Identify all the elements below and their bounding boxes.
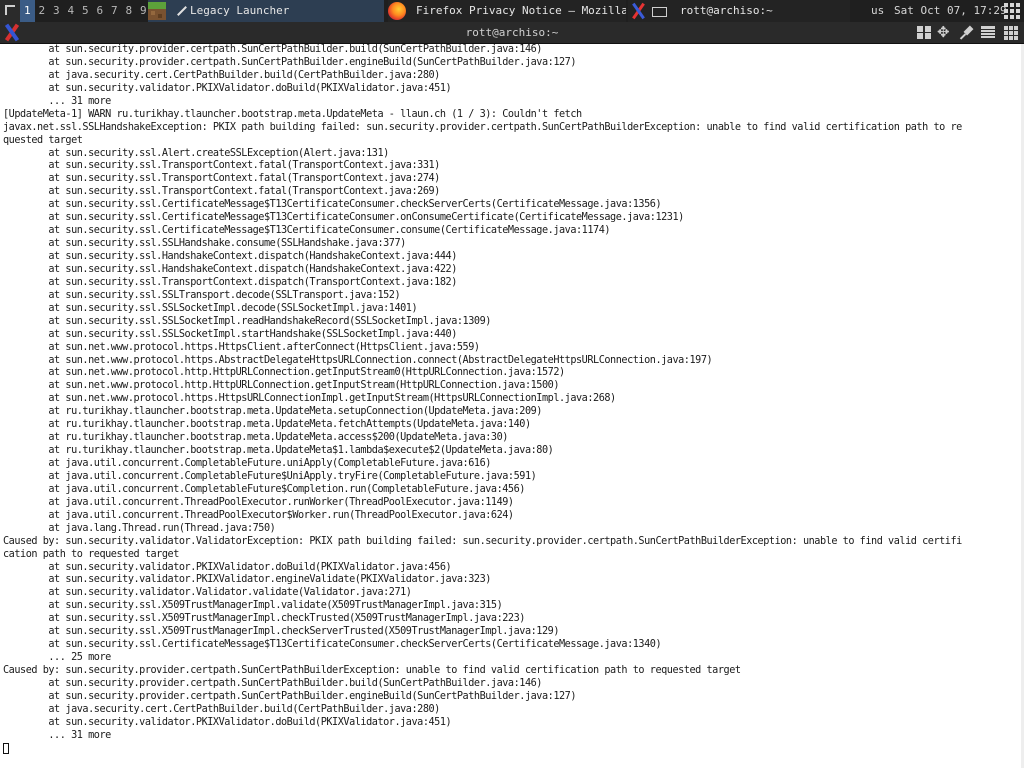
terminal-line: at sun.net.www.protocol.https.HttpsClien…: [3, 341, 480, 353]
terminal-line: at sun.security.validator.PKIXValidator.…: [3, 574, 491, 586]
pin-window-icon[interactable]: [960, 25, 976, 40]
terminal-line: at sun.security.provider.certpath.SunCer…: [3, 44, 542, 55]
workspace-5[interactable]: 5: [78, 0, 93, 22]
terminal-line: ... 25 more: [3, 652, 111, 664]
terminal-line: at sun.security.ssl.TransportContext.fat…: [3, 160, 440, 172]
terminal-line: at sun.security.ssl.CertificateMessage$T…: [3, 212, 684, 224]
terminal-line: at java.security.cert.CertPathBuilder.bu…: [3, 69, 440, 81]
terminal-line: at sun.security.ssl.SSLSocketImpl.startH…: [3, 328, 457, 340]
terminal-line: at sun.net.www.protocol.https.AbstractDe…: [3, 354, 713, 366]
terminal-line: at java.lang.Thread.run(Thread.java:750): [3, 522, 276, 534]
terminal-line: at sun.security.ssl.X509TrustManagerImpl…: [3, 613, 525, 625]
terminal-line: at java.util.concurrent.CompletableFutur…: [3, 470, 537, 482]
workspace-switcher: 1 2 3 4 5 6 7 8 9: [20, 0, 151, 22]
taskbar-item-legacy-launcher[interactable]: Legacy Launcher: [148, 0, 384, 22]
window-title: rott@archiso:~: [465, 26, 559, 39]
terminal-line: ... 31 more: [3, 729, 111, 741]
workspace-4[interactable]: 4: [64, 0, 79, 22]
terminal-lines: at sun.security.provider.certpath.SunCer…: [3, 44, 1021, 743]
top-panel: 1 2 3 4 5 6 7 8 9 Legacy Launcher Firefo…: [0, 0, 1024, 22]
maximize-window-icon[interactable]: [980, 25, 996, 40]
terminal-line: at ru.turikhay.tlauncher.bootstrap.meta.…: [3, 406, 542, 418]
keyboard-layout-indicator[interactable]: us: [871, 0, 884, 22]
terminal-line: at sun.security.ssl.TransportContext.fat…: [3, 173, 440, 185]
clock[interactable]: Sat Oct 07, 17:29: [894, 0, 1007, 22]
terminal-line: quested target: [3, 134, 83, 146]
terminal-line: at sun.security.ssl.HandshakeContext.dis…: [3, 263, 457, 275]
terminal-line: at sun.security.ssl.Alert.createSSLExcep…: [3, 147, 389, 159]
terminal-line: at java.util.concurrent.CompletableFutur…: [3, 483, 525, 495]
terminal-line: [UpdateMeta-1] WARN ru.turikhay.tlaunche…: [3, 108, 582, 120]
terminal-line: at sun.security.ssl.X509TrustManagerImpl…: [3, 626, 559, 638]
text-cursor: [3, 742, 9, 754]
terminal-line: at ru.turikhay.tlauncher.bootstrap.meta.…: [3, 419, 531, 431]
terminal-line: at sun.security.validator.PKIXValidator.…: [3, 716, 452, 728]
terminal-line: at sun.security.ssl.SSLHandshake.consume…: [3, 238, 406, 250]
workspace-7[interactable]: 7: [107, 0, 122, 22]
window-menu-icon[interactable]: [1003, 25, 1019, 40]
terminal-line: Caused by: sun.security.provider.certpat…: [3, 665, 741, 676]
terminal-line: Caused by: sun.security.validator.Valida…: [3, 535, 962, 547]
x-window-icon[interactable]: [2, 23, 22, 42]
terminal-line: at sun.security.provider.certpath.SunCer…: [3, 677, 542, 689]
window-titlebar[interactable]: rott@archiso:~: [0, 22, 1024, 44]
terminal-line: at sun.security.ssl.CertificateMessage$T…: [3, 639, 662, 651]
terminal-output[interactable]: at sun.security.provider.certpath.SunCer…: [3, 44, 1021, 768]
terminal-line: at sun.security.validator.Validator.vali…: [3, 587, 412, 599]
taskbar-item-terminal[interactable]: rott@archiso:~: [628, 0, 850, 22]
terminal-line: at sun.security.ssl.SSLSocketImpl.decode…: [3, 302, 418, 314]
terminal-line: at sun.security.provider.certpath.SunCer…: [3, 690, 577, 702]
firefox-icon: [388, 2, 406, 20]
terminal-prompt-line[interactable]: [3, 742, 1021, 756]
terminal-line: at sun.security.ssl.SSLTransport.decode(…: [3, 289, 401, 301]
terminal-line: at sun.net.www.protocol.http.HttpURLConn…: [3, 380, 559, 392]
terminal-line: at java.util.concurrent.ThreadPoolExecut…: [3, 509, 514, 521]
terminal-line: at ru.turikhay.tlauncher.bootstrap.meta.…: [3, 445, 554, 457]
terminal-line: at sun.net.www.protocol.http.HttpURLConn…: [3, 367, 565, 379]
terminal-line: at sun.security.provider.certpath.SunCer…: [3, 56, 577, 68]
terminal-line: at sun.security.ssl.TransportContext.fat…: [3, 186, 440, 198]
workspace-3[interactable]: 3: [49, 0, 64, 22]
apps-grid-icon[interactable]: [1004, 3, 1020, 19]
terminal-line: javax.net.ssl.SSLHandshakeException: PKI…: [3, 121, 962, 133]
terminal-glyph-icon: [652, 7, 667, 17]
terminal-line: at sun.security.ssl.CertificateMessage$T…: [3, 199, 662, 211]
taskbar-item-label: Legacy Launcher: [190, 4, 290, 17]
terminal-line: at sun.security.validator.PKIXValidator.…: [3, 82, 452, 94]
terminal-line: at java.util.concurrent.ThreadPoolExecut…: [3, 496, 514, 508]
tile-layout-icon[interactable]: [916, 25, 932, 40]
terminal-line: at sun.net.www.protocol.https.HttpsURLCo…: [3, 393, 616, 405]
terminal-line: at sun.security.ssl.CertificateMessage$T…: [3, 225, 611, 237]
taskbar-item-label: Firefox Privacy Notice — Mozilla: [416, 4, 626, 17]
terminal-line: at java.security.cert.CertPathBuilder.bu…: [3, 703, 440, 715]
terminal-line: cation path to requested target: [3, 548, 179, 560]
pen-icon: [176, 5, 188, 17]
taskbar-item-firefox[interactable]: Firefox Privacy Notice — Mozilla: [388, 0, 626, 22]
workspace-2[interactable]: 2: [35, 0, 50, 22]
terminal-line: at ru.turikhay.tlauncher.bootstrap.meta.…: [3, 432, 508, 444]
terminal-line: at sun.security.ssl.TransportContext.dis…: [3, 276, 457, 288]
terminal-line: at sun.security.validator.PKIXValidator.…: [3, 561, 452, 573]
workspace-8[interactable]: 8: [122, 0, 137, 22]
terminal-line: at sun.security.ssl.X509TrustManagerImpl…: [3, 600, 503, 612]
terminal-line: at sun.security.ssl.HandshakeContext.dis…: [3, 251, 457, 262]
terminal-line: at java.util.concurrent.CompletableFutur…: [3, 458, 491, 469]
terminal-line: at sun.security.ssl.SSLSocketImpl.readHa…: [3, 315, 491, 327]
workspace-6[interactable]: 6: [93, 0, 108, 22]
taskbar-item-label: rott@archiso:~: [680, 4, 773, 17]
minecraft-grass-block-icon: [148, 2, 166, 20]
move-window-icon[interactable]: [937, 23, 953, 41]
workspace-1[interactable]: 1: [20, 0, 35, 22]
terminal-line: ... 31 more: [3, 95, 111, 107]
xterm-icon: [628, 1, 648, 21]
app-menu-icon[interactable]: [0, 0, 20, 22]
